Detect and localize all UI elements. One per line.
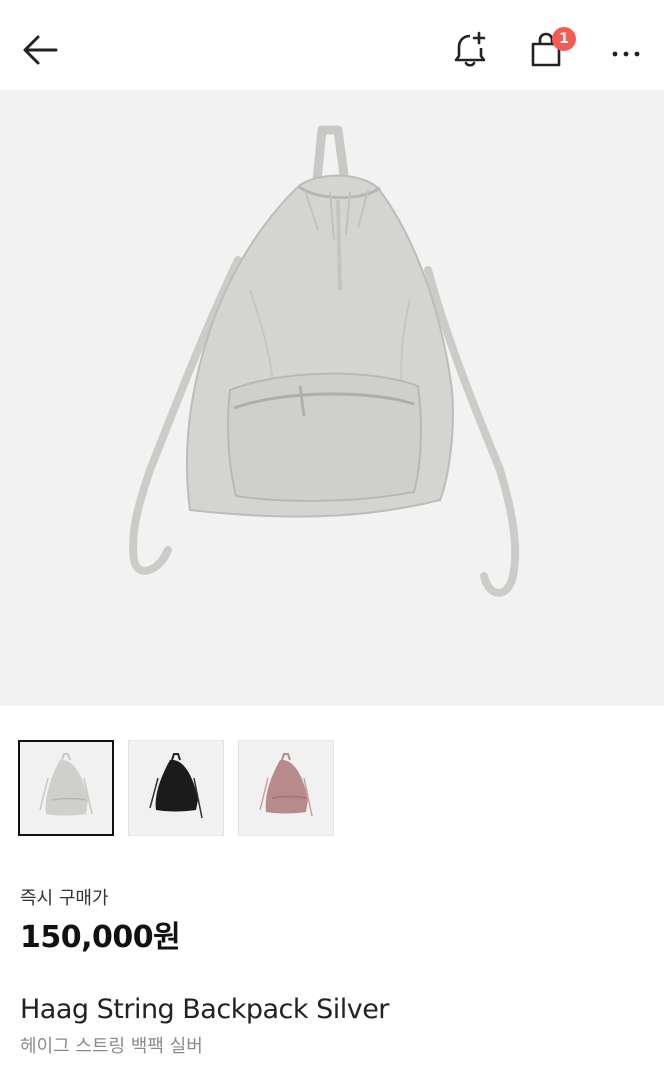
- product-subtitle-korean: 헤이그 스트링 백팩 실버: [20, 1036, 203, 1057]
- arrow-left-icon: [23, 35, 58, 65]
- product-main-image[interactable]: [0, 90, 664, 706]
- backpack-thumbnail-icon: [259, 753, 313, 817]
- thumbnail-silver[interactable]: [18, 740, 114, 836]
- top-navigation-bar: 1: [0, 0, 664, 90]
- product-price: 150,000원: [20, 920, 181, 955]
- thumbnail-strip: [18, 740, 334, 836]
- more-horizontal-icon: [612, 51, 640, 57]
- thumbnail-black[interactable]: [128, 740, 224, 836]
- back-button[interactable]: [14, 24, 66, 76]
- product-title: Haag String Backpack Silver: [20, 994, 389, 1025]
- drawstring-backpack-image: [129, 125, 520, 597]
- backpack-thumbnail-icon: [39, 753, 93, 816]
- more-options-button[interactable]: [600, 24, 652, 76]
- bell-plus-icon: [454, 31, 486, 67]
- instant-buy-price-label: 즉시 구매가: [20, 888, 109, 909]
- thumbnail-pink[interactable]: [238, 740, 334, 836]
- shopping-bag-button[interactable]: 1: [520, 24, 576, 76]
- backpack-thumbnail-icon: [149, 753, 203, 819]
- cart-count-badge: 1: [552, 27, 576, 51]
- price-alert-button[interactable]: [444, 24, 496, 76]
